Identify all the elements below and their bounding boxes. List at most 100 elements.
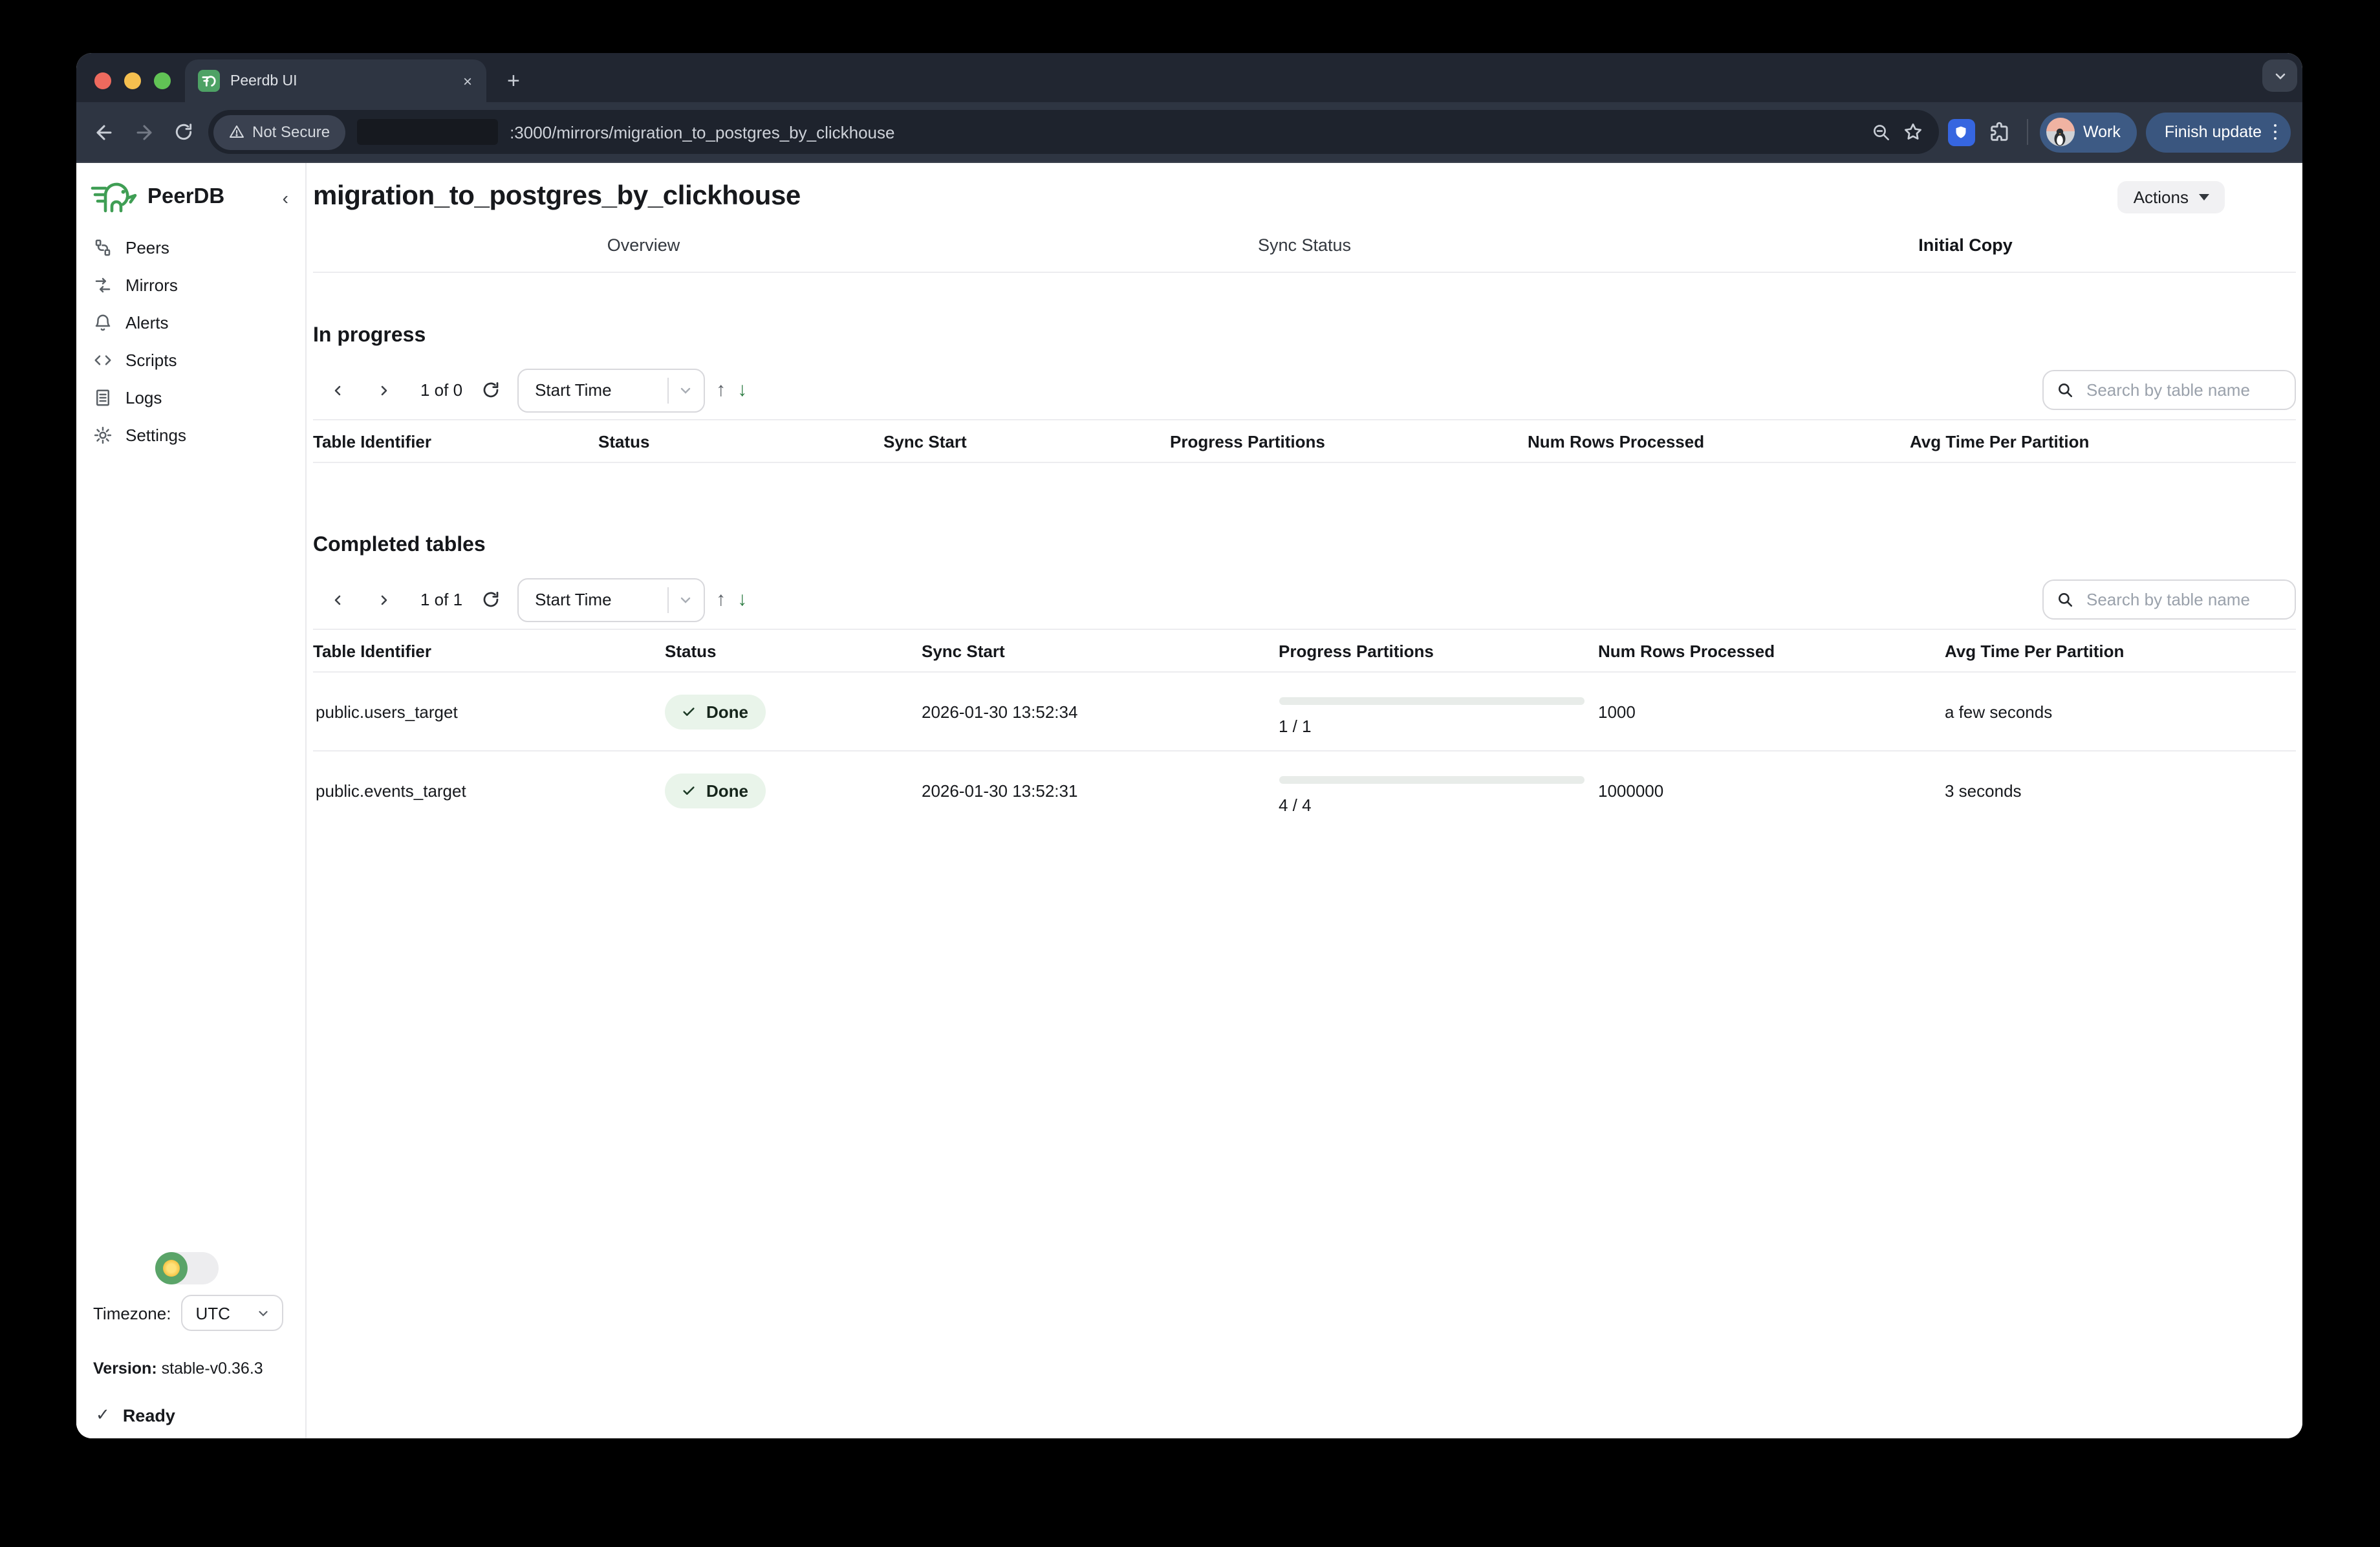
table-identifier: public.events_target (313, 781, 665, 801)
theme-toggle-knob (155, 1252, 188, 1284)
tab-strip: Peerdb UI × + (76, 53, 2302, 102)
sidebar-item-logs[interactable]: Logs (76, 379, 305, 416)
sort-field-value: Start Time (535, 380, 667, 400)
mirror-tabs: Overview Sync Status Initial Copy (313, 230, 2296, 273)
sidebar-item-alerts[interactable]: Alerts (76, 304, 305, 341)
tab-sync-status[interactable]: Sync Status (974, 230, 1635, 272)
column-header: Num Rows Processed (1528, 431, 1910, 451)
completed-controls: 1 of 1 Start Time ↑ ↓ (313, 577, 2296, 622)
table-row[interactable]: public.users_target Done 2026-01-30 13:5… (313, 673, 2296, 752)
avg-time-per-partition: a few seconds (1945, 702, 2296, 721)
num-rows-processed: 1000 (1598, 702, 1945, 721)
peerdb-favicon-icon (198, 70, 220, 92)
browser-tab[interactable]: Peerdb UI × (185, 60, 486, 102)
pagination-label: 1 of 0 (420, 380, 462, 400)
sidebar-item-label: Peers (125, 238, 169, 257)
chevron-down-icon (256, 1306, 270, 1320)
theme-toggle[interactable] (155, 1252, 219, 1284)
not-secure-chip[interactable]: Not Secure (213, 114, 345, 149)
status-text: Done (706, 702, 748, 721)
version-label: Version: (93, 1359, 157, 1378)
sidebar-item-label: Alerts (125, 313, 168, 332)
completed-title: Completed tables (313, 534, 2296, 557)
address-bar[interactable]: Not Secure :3000/mirrors/migration_to_po… (208, 110, 1938, 154)
profile-button[interactable]: Work (2039, 112, 2137, 152)
table-row[interactable]: public.events_target Done 2026-01-30 13:… (313, 752, 2296, 830)
progress-partitions-cell: 4 / 4 (1279, 767, 1598, 815)
sort-ascending-icon[interactable]: ↑ (716, 379, 726, 401)
in-progress-table-header: Table Identifier Status Sync Start Progr… (313, 419, 2296, 463)
completed-search[interactable] (2042, 579, 2296, 620)
column-header: Avg Time Per Partition (1910, 431, 2296, 451)
column-header: Table Identifier (313, 431, 598, 451)
refresh-icon[interactable] (481, 380, 500, 400)
column-header: Status (598, 431, 883, 451)
screen: Peerdb UI × + Not Secure (0, 0, 2380, 1547)
zoom-window-button[interactable] (154, 72, 171, 89)
column-header: Progress Partitions (1279, 641, 1598, 660)
in-progress-title: In progress (313, 325, 2296, 348)
tab-overview[interactable]: Overview (313, 230, 974, 272)
password-manager-shield-icon[interactable] (1947, 118, 1974, 146)
new-tab-button[interactable]: + (507, 70, 520, 92)
search-icon (2057, 382, 2073, 398)
avatar (2046, 118, 2074, 146)
sidebar-item-label: Scripts (125, 351, 177, 370)
completed-table-header: Table Identifier Status Sync Start Progr… (313, 629, 2296, 673)
sync-start: 2026-01-30 13:52:31 (922, 781, 1279, 801)
back-icon[interactable] (88, 116, 119, 147)
tab-search-button[interactable] (2262, 60, 2297, 92)
column-header: Progress Partitions (1170, 431, 1528, 451)
brand-row: PeerDB ‹ (76, 181, 305, 213)
column-header: Avg Time Per Partition (1945, 641, 2296, 660)
timezone-label: Timezone: (93, 1303, 171, 1323)
next-page-icon[interactable] (369, 592, 400, 607)
search-input[interactable] (2084, 379, 2282, 401)
column-header: Num Rows Processed (1598, 641, 1945, 660)
sidebar-item-settings[interactable]: Settings (76, 416, 305, 454)
tab-close-icon[interactable]: × (460, 70, 475, 91)
sort-field-select[interactable]: Start Time (517, 368, 704, 412)
sidebar-item-peers[interactable]: Peers (76, 229, 305, 266)
sidebar-collapse-icon[interactable]: ‹ (283, 188, 288, 206)
extensions-puzzle-icon[interactable] (1984, 116, 2015, 147)
gear-icon (93, 426, 113, 445)
sidebar-item-mirrors[interactable]: Mirrors (76, 266, 305, 304)
next-page-icon[interactable] (369, 382, 400, 398)
timezone-select[interactable]: UTC (181, 1295, 283, 1331)
profile-label: Work (2083, 123, 2121, 141)
check-icon (682, 784, 696, 798)
finish-update-button[interactable]: Finish update (2147, 112, 2291, 152)
prev-page-icon[interactable] (322, 382, 353, 398)
bell-icon (93, 313, 113, 332)
sidebar-item-label: Logs (125, 388, 162, 407)
progress-fraction: 1 / 1 (1279, 716, 1598, 735)
sidebar-item-scripts[interactable]: Scripts (76, 341, 305, 379)
sort-descending-icon[interactable]: ↓ (737, 589, 747, 611)
forward-icon[interactable] (128, 116, 159, 147)
browser-window: Peerdb UI × + Not Secure (76, 53, 2302, 1438)
table-identifier: public.users_target (313, 702, 665, 721)
search-input[interactable] (2084, 589, 2282, 611)
sort-descending-icon[interactable]: ↓ (737, 379, 747, 401)
tab-initial-copy[interactable]: Initial Copy (1635, 230, 2296, 272)
bookmark-star-icon[interactable] (1902, 122, 1923, 142)
sort-field-value: Start Time (535, 590, 667, 609)
chevron-down-icon (677, 592, 693, 607)
minimize-window-button[interactable] (124, 72, 141, 89)
zoom-out-icon[interactable] (1871, 122, 1890, 142)
close-window-button[interactable] (94, 72, 111, 89)
prev-page-icon[interactable] (322, 592, 353, 607)
actions-button[interactable]: Actions (2118, 180, 2225, 213)
reload-icon[interactable] (168, 116, 199, 147)
actions-label: Actions (2134, 187, 2189, 206)
code-icon (93, 351, 113, 370)
sort-field-select[interactable]: Start Time (517, 578, 704, 622)
num-rows-processed: 1000000 (1598, 781, 1945, 801)
column-header: Status (665, 641, 922, 660)
browser-menu-icon[interactable] (2273, 124, 2277, 140)
avg-time-per-partition: 3 seconds (1945, 781, 2296, 801)
sort-ascending-icon[interactable]: ↑ (716, 589, 726, 611)
refresh-icon[interactable] (481, 590, 500, 609)
in-progress-search[interactable] (2042, 370, 2296, 410)
